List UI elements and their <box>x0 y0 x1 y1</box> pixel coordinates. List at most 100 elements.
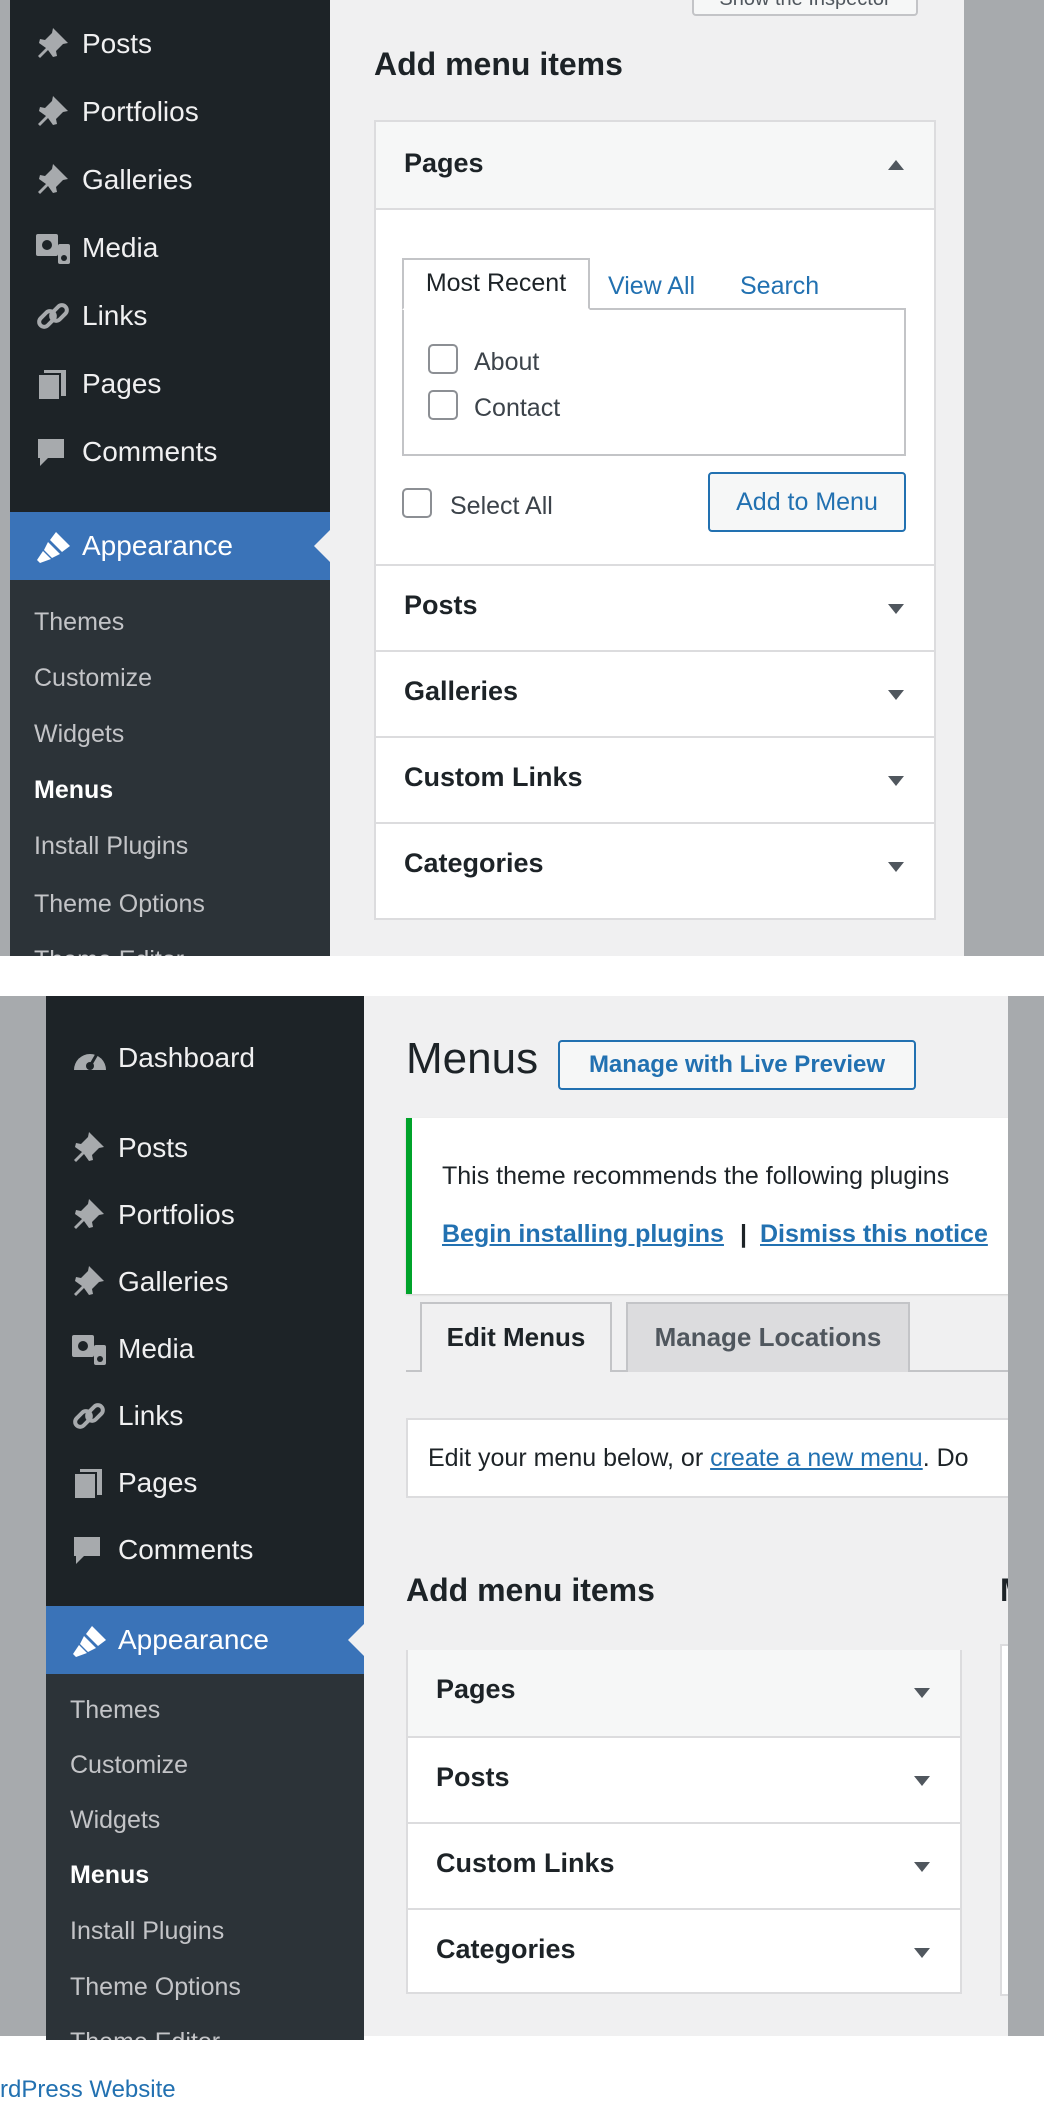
add-to-menu-button[interactable]: Add to Menu <box>708 472 906 532</box>
submenu-theme-editor[interactable]: Theme Editor <box>34 946 184 956</box>
sidebar-item-galleries[interactable]: Galleries <box>10 146 330 214</box>
sidebar-item-appearance[interactable]: Appearance <box>10 512 330 580</box>
main-content: Show the Inspector Add menu items Pages … <box>330 0 964 956</box>
pages-list: About Contact <box>402 308 906 456</box>
accordion-posts[interactable]: Posts <box>408 1736 960 1822</box>
tab-view-all[interactable]: View All <box>608 272 695 301</box>
media-icon <box>36 234 70 264</box>
sidebar-item-label: Posts <box>82 28 153 59</box>
accordion-custom-links[interactable]: Custom Links <box>376 736 934 822</box>
sidebar-item-links[interactable]: Links <box>10 282 330 350</box>
menu-structure-heading: M <box>1000 1572 1008 1609</box>
submenu-menus[interactable]: Menus <box>70 1861 149 1890</box>
select-all-checkbox[interactable] <box>402 488 432 518</box>
accordion-pages-header[interactable]: Pages <box>376 122 934 208</box>
contact-checkbox[interactable] <box>428 390 458 420</box>
submenu-widgets[interactable]: Widgets <box>70 1806 160 1835</box>
page-option-label: About <box>474 348 540 376</box>
accordion-title: Pages <box>436 1674 516 1704</box>
sidebar-item-label: Portfolios <box>82 96 199 127</box>
submenu-widgets[interactable]: Widgets <box>34 720 124 749</box>
sidebar-item-galleries[interactable]: Galleries <box>46 1248 364 1316</box>
link-icon <box>37 303 69 329</box>
sidebar-item-portfolios[interactable]: Portfolios <box>46 1181 364 1249</box>
submenu-install-plugins[interactable]: Install Plugins <box>34 832 188 861</box>
accordion-title: Pages <box>404 148 484 178</box>
sidebar-item-links[interactable]: Links <box>46 1382 364 1450</box>
chevron-down-icon <box>914 1948 930 1958</box>
accordion-title: Custom Links <box>436 1848 615 1878</box>
sidebar-item-label: Appearance <box>82 530 234 561</box>
accordion-custom-links[interactable]: Custom Links <box>408 1822 960 1908</box>
sidebar-item-pages[interactable]: Pages <box>10 350 330 418</box>
footer-strip: rdPress Website <box>0 2076 1044 2104</box>
accordion-pages[interactable]: Pages <box>408 1650 960 1736</box>
sidebar-item-appearance[interactable]: Appearance <box>46 1606 364 1674</box>
edit-menu-text: Edit your menu below, or create a new me… <box>428 1444 969 1473</box>
accordion-posts[interactable]: Posts <box>376 564 934 650</box>
tab-search[interactable]: Search <box>740 272 819 301</box>
site-name-link[interactable]: rdPress Website <box>0 2076 176 2104</box>
submenu-customize[interactable]: Customize <box>70 1751 188 1780</box>
create-new-menu-link[interactable]: create a new menu <box>710 1444 923 1472</box>
tab-manage-locations[interactable]: Manage Locations <box>626 1302 910 1372</box>
submenu-install-plugins[interactable]: Install Plugins <box>70 1917 224 1946</box>
live-preview-button[interactable]: Manage with Live Preview <box>558 1040 916 1090</box>
sidebar-item-comments[interactable]: Comments <box>10 418 330 486</box>
add-menu-items-box: Pages Most Recent View All Search About … <box>374 120 936 920</box>
page-option-label: Contact <box>474 394 561 422</box>
submenu-themes[interactable]: Themes <box>70 1696 160 1725</box>
comment-icon <box>38 439 64 466</box>
sidebar-item-label: Comments <box>118 1534 254 1565</box>
tab-edit-menus[interactable]: Edit Menus <box>420 1302 612 1372</box>
sidebar-item-media[interactable]: Media <box>10 214 330 282</box>
sidebar-item-label: Galleries <box>82 164 193 195</box>
select-all-label: Select All <box>450 492 553 520</box>
sidebar-item-comments[interactable]: Comments <box>46 1516 364 1584</box>
tab-most-recent[interactable]: Most Recent <box>402 258 590 310</box>
submenu-theme-options[interactable]: Theme Options <box>70 1973 241 2002</box>
sidebar-item-dashboard[interactable]: Dashboard <box>46 1024 364 1092</box>
chevron-down-icon <box>888 862 904 872</box>
accordion-categories[interactable]: Categories <box>408 1908 960 1994</box>
media-icon <box>72 1335 106 1365</box>
paintbrush-icon <box>73 1626 106 1657</box>
link-icon <box>73 1403 105 1429</box>
chevron-up-icon <box>888 160 904 170</box>
chevron-down-icon <box>888 776 904 786</box>
section-title: Add menu items <box>406 1572 655 1608</box>
submenu-themes[interactable]: Themes <box>34 608 124 637</box>
sidebar-item-posts[interactable]: Posts <box>10 10 330 78</box>
accordion-title: Categories <box>404 848 544 878</box>
paintbrush-icon <box>37 532 70 563</box>
submenu-customize[interactable]: Customize <box>34 664 152 693</box>
submenu-menus[interactable]: Menus <box>34 776 113 805</box>
sidebar-item-label: Galleries <box>118 1266 229 1297</box>
sidebar-item-label: Portfolios <box>118 1199 235 1230</box>
pin-icon <box>38 164 68 194</box>
menu-structure-box <box>1000 1644 1008 1996</box>
pin-icon <box>74 1132 104 1162</box>
sidebar-item-pages[interactable]: Pages <box>46 1449 364 1517</box>
inspector-tooltip: Show the Inspector <box>692 0 918 16</box>
pages-icon <box>73 1469 102 1500</box>
submenu-theme-options[interactable]: Theme Options <box>34 890 205 919</box>
sidebar-item-portfolios[interactable]: Portfolios <box>10 78 330 146</box>
accordion-title: Custom Links <box>404 762 583 792</box>
top-screenshot: Posts Portfolios Galleries Media Links P… <box>0 0 1044 956</box>
accordion-categories[interactable]: Categories <box>376 822 934 908</box>
begin-installing-link[interactable]: Begin installing plugins <box>442 1220 724 1249</box>
sidebar-item-label: Appearance <box>118 1624 270 1655</box>
dismiss-notice-link[interactable]: Dismiss this notice <box>760 1220 988 1249</box>
pin-icon <box>74 1266 104 1296</box>
about-checkbox[interactable] <box>428 344 458 374</box>
submenu-theme-editor[interactable]: Theme Editor <box>70 2028 220 2040</box>
chevron-down-icon <box>914 1776 930 1786</box>
appearance-submenu: Themes Customize Widgets Menus Install P… <box>10 580 330 956</box>
admin-sidebar: Posts Portfolios Galleries Media Links P… <box>10 0 330 956</box>
sidebar-item-posts[interactable]: Posts <box>46 1114 364 1182</box>
sidebar-item-label: Links <box>82 300 148 331</box>
dashboard-icon <box>74 1053 106 1070</box>
accordion-galleries[interactable]: Galleries <box>376 650 934 736</box>
sidebar-item-media[interactable]: Media <box>46 1315 364 1383</box>
